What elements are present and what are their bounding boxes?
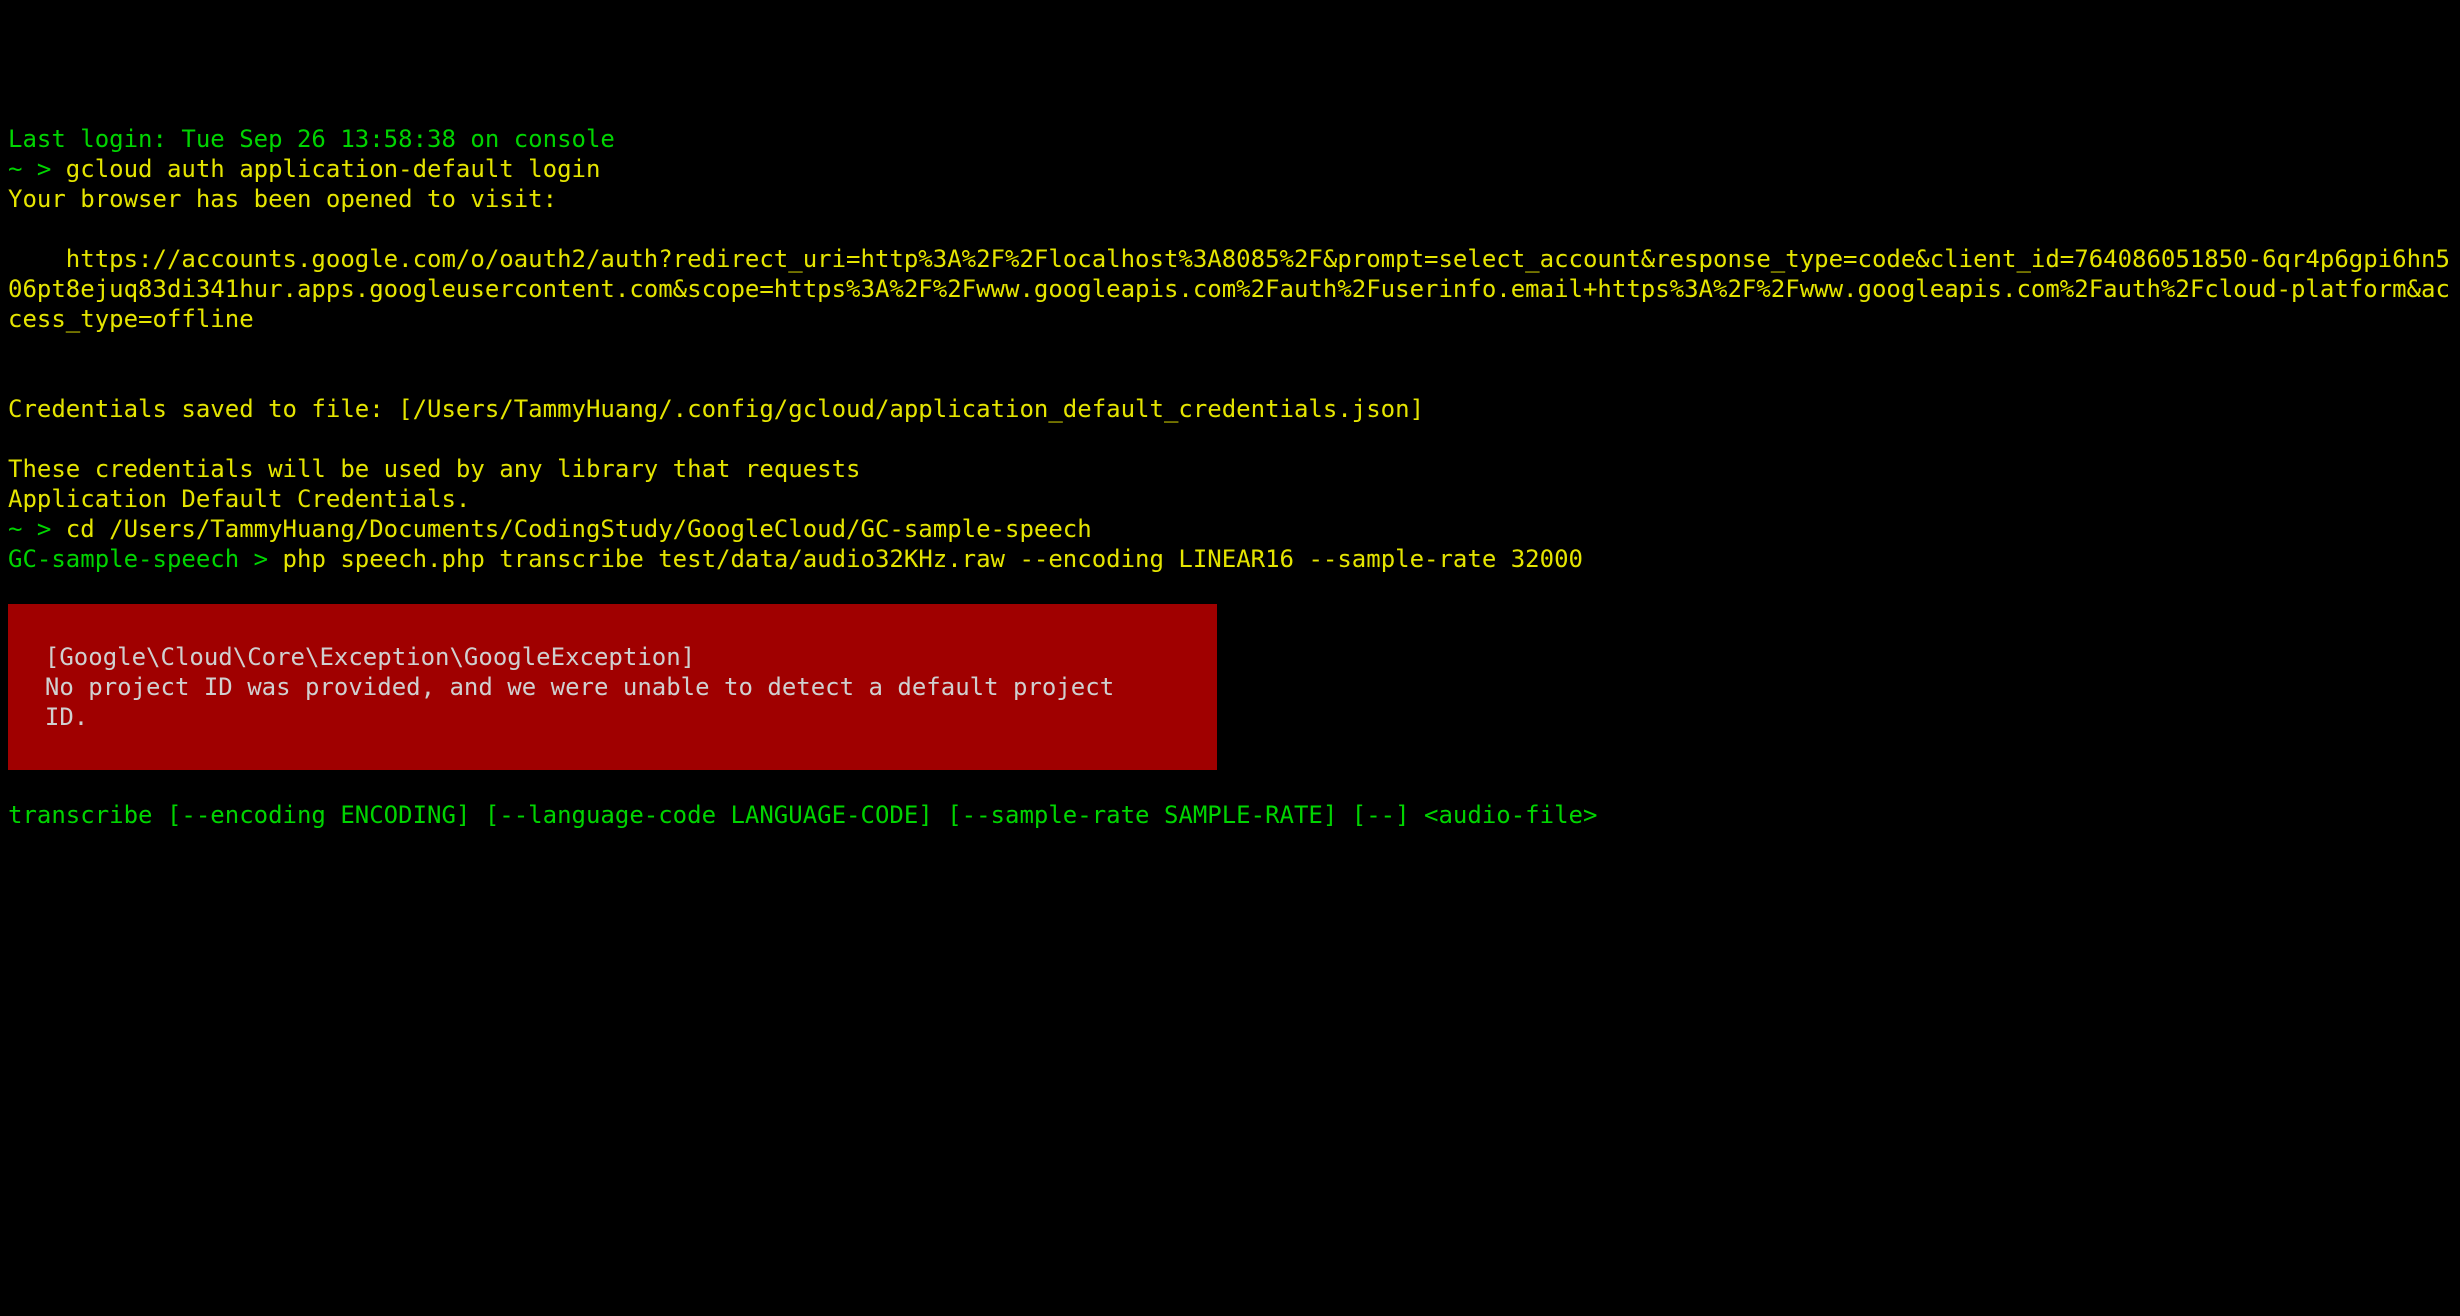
credentials-saved-msg: Credentials saved to file: [/Users/Tammy…	[8, 395, 1424, 423]
error-message: No project ID was provided, and we were …	[16, 673, 1114, 731]
credentials-usage-msg-2: Application Default Credentials.	[8, 485, 470, 513]
cmd-cd: cd /Users/TammyHuang/Documents/CodingStu…	[66, 515, 1092, 543]
terminal-output[interactable]: Last login: Tue Sep 26 13:58:38 on conso…	[8, 124, 2452, 830]
cmd-php-speech: php speech.php transcribe test/data/audi…	[283, 545, 1583, 573]
prompt-home-2: ~ >	[8, 515, 66, 543]
prompt-project: GC-sample-speech >	[8, 545, 283, 573]
oauth-url: https://accounts.google.com/o/oauth2/aut…	[8, 245, 2450, 333]
prompt-home-1: ~ >	[8, 155, 66, 183]
error-exception-class: [Google\Cloud\Core\Exception\GoogleExcep…	[16, 643, 695, 671]
cmd-gcloud-login: gcloud auth application-default login	[66, 155, 601, 183]
last-login-line: Last login: Tue Sep 26 13:58:38 on conso…	[8, 125, 615, 153]
credentials-usage-msg-1: These credentials will be used by any li…	[8, 455, 861, 483]
usage-line: transcribe [--encoding ENCODING] [--lang…	[8, 801, 1597, 829]
error-box: [Google\Cloud\Core\Exception\GoogleExcep…	[8, 604, 1217, 770]
browser-opened-msg: Your browser has been opened to visit:	[8, 185, 557, 213]
